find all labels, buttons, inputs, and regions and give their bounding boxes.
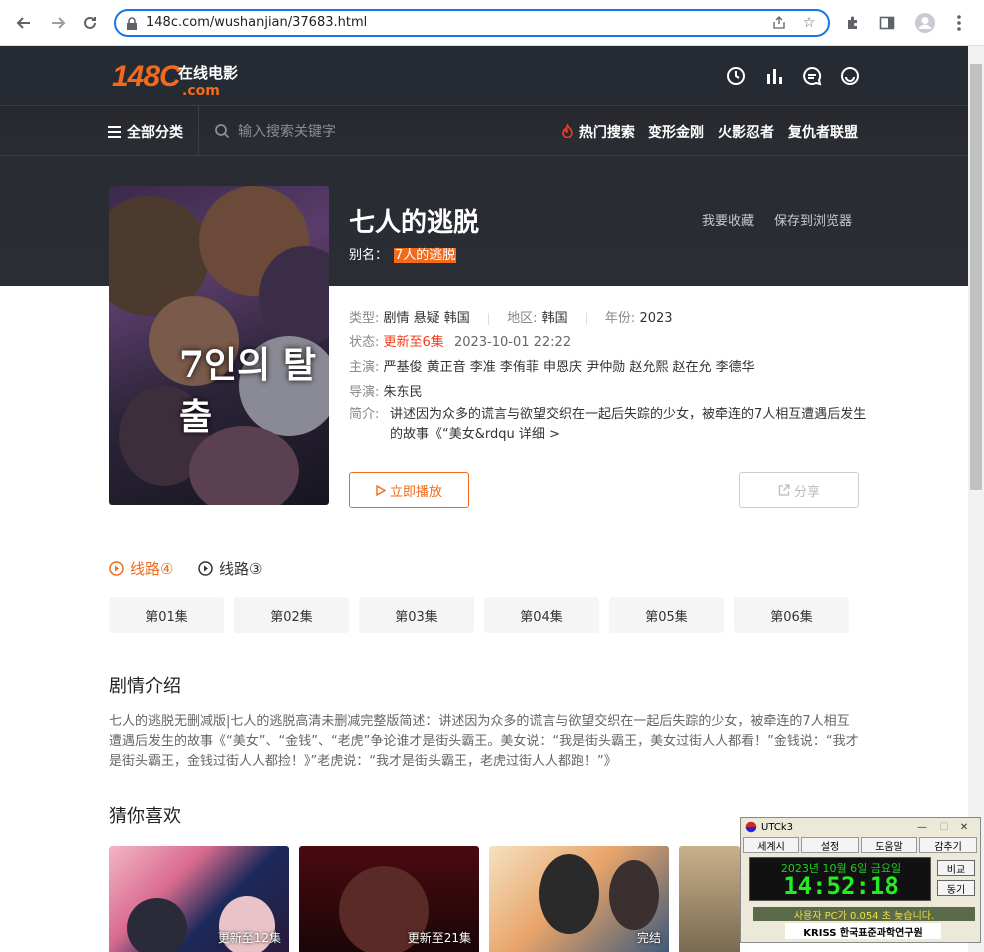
save-browser-link[interactable]: 保存到浏览器	[774, 210, 852, 229]
episode-button-1[interactable]: 第01集	[109, 597, 224, 633]
play-icon	[376, 484, 386, 496]
info-synopsis: 简介: 讲述因为众多的谎言与欲望交织在一起后失踪的少女，被牵连的7人相互遭遇后发…	[349, 405, 869, 445]
cast-value[interactable]: 严基俊 黄正音 李准 李侑菲 申恩庆 尹仲勋 赵允熙 赵在允 李德华	[384, 360, 755, 375]
utck3-menu-help[interactable]: 도움말	[861, 837, 917, 853]
status-time: 2023-10-01 22:22	[453, 335, 572, 350]
forward-icon[interactable]	[46, 11, 70, 35]
hot-search-link[interactable]: 热门搜索	[561, 122, 635, 142]
share-button[interactable]: 分享	[739, 472, 859, 508]
director-value[interactable]: 朱东民	[384, 385, 423, 400]
route-tab-3[interactable]: 线路③	[198, 558, 262, 579]
minimize-icon[interactable]: —	[915, 820, 929, 834]
lock-icon	[126, 16, 140, 30]
extensions-icon[interactable]	[842, 12, 864, 34]
site-header: 148C 在线电影 .com	[0, 46, 968, 106]
route-tab-4[interactable]: 线路④	[109, 558, 173, 579]
menu-kebab-icon[interactable]	[948, 12, 970, 34]
utck3-time: 14:52:18	[783, 872, 899, 900]
episode-button-2[interactable]: 第02集	[234, 597, 349, 633]
type-value[interactable]: 剧情 悬疑 韩国	[384, 311, 470, 326]
hot-link-2[interactable]: 火影忍者	[718, 122, 774, 142]
address-bar[interactable]: 148c.com/wushanjian/37683.html ☆	[114, 9, 830, 37]
plot-section-title: 剧情介绍	[109, 676, 181, 697]
maximize-icon: ☐	[939, 821, 949, 833]
profile-avatar-icon[interactable]	[914, 12, 936, 34]
year-value[interactable]: 2023	[639, 311, 672, 326]
recommend-card[interactable]: 完结	[489, 846, 669, 952]
search-input[interactable]: 输入搜索关键字	[214, 121, 336, 141]
episode-button-6[interactable]: 第06集	[734, 597, 849, 633]
bookmark-star-icon[interactable]: ☆	[800, 14, 818, 32]
back-icon[interactable]	[12, 11, 36, 35]
utck3-titlebar[interactable]: UTCk3 — ☐ ✕	[741, 818, 980, 836]
search-icon	[215, 124, 230, 139]
info-cast: 主演: 严基俊 黄正音 李准 李侑菲 申恩庆 尹仲勋 赵允熙 赵在允 李德华	[349, 360, 755, 375]
menu-icon	[108, 126, 121, 138]
hot-link-3[interactable]: 复仇者联盟	[788, 122, 858, 142]
movie-alias: 别名： 7人的逃脱	[349, 248, 457, 263]
favorite-link[interactable]: 我要收藏	[702, 210, 754, 229]
info-director: 导演: 朱东民	[349, 385, 423, 400]
url-text: 148c.com/wushanjian/37683.html	[146, 15, 368, 30]
episode-button-5[interactable]: 第05集	[609, 597, 724, 633]
scrollbar-thumb[interactable]	[970, 64, 982, 490]
fire-icon	[561, 122, 579, 141]
history-clock-icon[interactable]	[726, 66, 746, 86]
recommend-card[interactable]	[679, 846, 740, 952]
play-circle-icon	[198, 561, 213, 576]
movie-poster[interactable]: 7인의 탈출	[109, 186, 329, 505]
card-badge: 更新至21集	[407, 931, 471, 945]
utck3-menu-hide[interactable]: 감추기	[919, 837, 977, 853]
utck3-menu-world-time[interactable]: 세계시	[743, 837, 799, 853]
utck3-status: 사용자 PC가 0.054 초 늦습니다.	[753, 907, 975, 922]
plot-text: 七人的逃脱无删减版|七人的逃脱高清未删减完整版简述：讲述因为众多的谎言与欲望交织…	[109, 714, 859, 769]
episode-button-3[interactable]: 第03集	[359, 597, 474, 633]
synopsis-value[interactable]: 讲述因为众多的谎言与欲望交织在一起后失踪的少女，被牵连的7人相互遭遇后发生的故事…	[390, 405, 869, 445]
region-value[interactable]: 韩国	[542, 311, 568, 326]
share-icon	[778, 484, 790, 496]
site-nav: 全部分类 输入搜索关键字 热门搜索 变形金刚 火影忍者 复仇者联盟	[0, 106, 968, 156]
kriss-logo: KRISS 한국표준과학연구원	[785, 923, 941, 939]
utck3-compare-button[interactable]: 비교	[937, 860, 975, 876]
card-badge: 完结	[636, 931, 661, 945]
ranking-bars-icon[interactable]	[764, 66, 784, 86]
site-logo[interactable]: 148C 在线电影 .com	[112, 60, 238, 99]
all-categories-button[interactable]: 全部分类	[108, 122, 183, 142]
recommend-card[interactable]: 更新至12集	[109, 846, 289, 952]
poster-title: 7인의 탈출	[179, 344, 316, 438]
info-status: 状态: 更新至6集 2023-10-01 22:22	[349, 335, 572, 350]
share-page-icon[interactable]	[770, 14, 788, 32]
recommend-section-title: 猜你喜欢	[109, 806, 181, 827]
utck3-sync-button[interactable]: 동기	[937, 880, 975, 896]
hot-link-1[interactable]: 变形金刚	[648, 122, 704, 142]
close-icon[interactable]: ✕	[957, 820, 971, 834]
movie-title: 七人的逃脱	[349, 208, 480, 238]
reload-icon[interactable]	[78, 11, 102, 35]
play-circle-icon	[109, 561, 124, 576]
card-badge: 更新至12集	[217, 931, 281, 945]
side-panel-icon[interactable]	[876, 12, 898, 34]
utck3-clock-display: 2023년 10월 6일 금요일 14:52:18	[749, 857, 931, 901]
recommend-card[interactable]: 更新至21集	[299, 846, 479, 952]
browser-toolbar: 148c.com/wushanjian/37683.html ☆	[0, 0, 984, 46]
utck3-menu-settings[interactable]: 설정	[801, 837, 859, 853]
episode-button-4[interactable]: 第04集	[484, 597, 599, 633]
play-now-button[interactable]: 立即播放	[349, 472, 469, 508]
info-type-region-year: 类型: 剧情 悬疑 韩国 地区: 韩国 年份: 2023	[349, 311, 673, 326]
taegeuk-icon	[745, 821, 757, 833]
nav-divider	[198, 106, 199, 156]
user-smile-icon[interactable]	[840, 66, 860, 86]
alias-highlight: 7人的逃脱	[394, 248, 457, 263]
utck3-widget: UTCk3 — ☐ ✕ 세계시 설정 도움말 감추기 2023년 10월 6일 …	[740, 817, 981, 943]
message-icon[interactable]	[802, 66, 822, 86]
status-value: 更新至6集	[383, 335, 444, 350]
